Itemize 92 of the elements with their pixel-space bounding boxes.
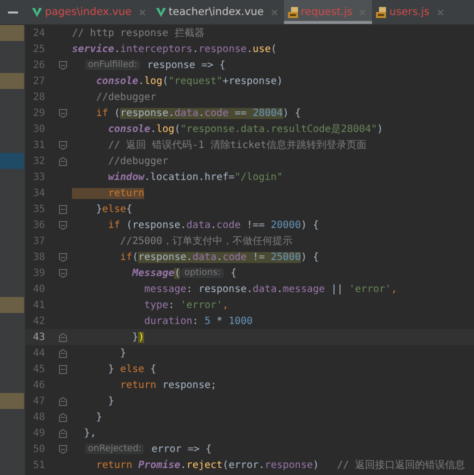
fold-icon[interactable] <box>59 220 67 230</box>
code-text: response => { <box>146 60 226 70</box>
close-icon[interactable] <box>138 8 146 16</box>
code-text: } <box>96 412 102 422</box>
line-number: 49 <box>32 428 46 438</box>
line-number: 31 <box>32 140 46 150</box>
fold-icon[interactable] <box>59 332 67 342</box>
line-number: 42 <box>32 316 46 326</box>
code-text: if(response.data.code != 25000) { <box>120 252 319 262</box>
fold-icon[interactable] <box>59 364 67 374</box>
code-text: window.location.href="/login" <box>108 172 283 182</box>
editor-tab[interactable]: request.js <box>284 0 372 24</box>
fold-icon[interactable] <box>59 156 67 166</box>
code-text: } else { <box>108 364 156 374</box>
code-text: if (response.data.code == 28004) { <box>96 108 301 118</box>
tab-label: request.js <box>300 6 352 18</box>
line-number: 40 <box>32 284 46 294</box>
code-text: //debugger <box>108 156 168 166</box>
fold-icon[interactable] <box>59 396 67 406</box>
tab-label: users.js <box>389 6 430 18</box>
line-number: 41 <box>32 300 46 310</box>
line-number: 24 <box>32 28 46 38</box>
line-number: 45 <box>32 364 46 374</box>
line-number: 39 <box>32 268 46 278</box>
line-number: 46 <box>32 380 46 390</box>
line-number: 36 <box>32 220 46 230</box>
fold-icon[interactable] <box>59 428 67 438</box>
line-number: 48 <box>32 412 46 422</box>
line-number: 43 <box>32 332 46 342</box>
code-text: { <box>230 268 237 278</box>
code-text: }, <box>84 428 96 438</box>
tab-label: pages\index.vue <box>45 6 132 18</box>
line-number: 47 <box>32 396 46 406</box>
fold-icon[interactable] <box>59 412 67 422</box>
fold-icon[interactable] <box>59 444 67 454</box>
fold-icon[interactable] <box>59 60 67 70</box>
code-text: message: response.data.message || 'error', <box>144 284 398 294</box>
code-text: return response; <box>120 380 217 390</box>
code-text: return Promise.reject(error.response) // 返回接口返回的错误信息 <box>96 458 466 472</box>
line-number: 44 <box>32 348 46 358</box>
code-text: }) <box>132 332 144 342</box>
code-text: //25000，订单支付中，不做任何提示 <box>120 234 292 248</box>
code-text: //debugger <box>96 92 156 102</box>
code-text: } <box>108 396 114 406</box>
fold-icon[interactable] <box>59 348 67 358</box>
code-text: console.log("request"+response) <box>96 76 283 86</box>
line-number: 25 <box>32 44 46 54</box>
editor-tab[interactable]: teacher\index.vue <box>152 0 284 24</box>
line-number: 35 <box>32 204 46 214</box>
code-text: } <box>120 348 126 358</box>
fold-icon[interactable] <box>59 268 67 278</box>
editor-tab[interactable]: pages\index.vue <box>28 0 152 24</box>
line-number: 26 <box>32 60 46 70</box>
code-text: type: 'error', <box>144 300 229 310</box>
code-text: }else{ <box>96 204 132 214</box>
line-number: 51 <box>32 460 46 470</box>
collapse-icon[interactable] <box>8 10 18 14</box>
line-number: 50 <box>32 444 46 454</box>
line-number: 37 <box>32 236 46 246</box>
line-number: 38 <box>32 252 46 262</box>
code-text: if (response.data.code !== 20000) { <box>108 220 319 230</box>
code-text: // http response 拦截器 <box>72 26 204 40</box>
fold-icon[interactable] <box>59 204 67 214</box>
tab-label: teacher\index.vue <box>168 6 264 18</box>
code-text: service.interceptors.response.use( <box>72 44 277 54</box>
editor-tab[interactable]: users.js <box>372 0 450 24</box>
js-file-icon <box>288 6 298 18</box>
vue-icon <box>32 6 42 18</box>
code-text: Message( <box>132 268 180 278</box>
parameter-hint: onFulfilled: <box>85 60 140 70</box>
code-text: return <box>72 188 144 198</box>
vue-icon <box>156 6 166 18</box>
parameter-hint: options: <box>181 268 224 278</box>
close-icon[interactable] <box>436 8 444 16</box>
fold-icon[interactable] <box>59 252 67 262</box>
line-number: 27 <box>32 76 46 86</box>
parameter-hint: onRejected: <box>85 444 144 454</box>
line-number: 34 <box>32 188 46 198</box>
fold-icon[interactable] <box>59 140 67 150</box>
code-text: error => { <box>150 444 212 454</box>
code-text: duration: 5 * 1000 <box>144 316 253 326</box>
line-number: 33 <box>32 172 46 182</box>
line-number: 30 <box>32 124 46 134</box>
close-icon[interactable] <box>270 8 278 16</box>
line-number: 29 <box>32 108 46 118</box>
close-icon[interactable] <box>359 8 366 16</box>
line-number: 32 <box>32 156 46 166</box>
line-number: 28 <box>32 92 46 102</box>
fold-icon[interactable] <box>59 108 67 118</box>
code-text: console.log("response.data.resultCode是28004") <box>108 123 384 136</box>
code-text: // 返回 错误代码-1 清除ticket信息并跳转到登录页面 <box>108 138 366 152</box>
js-file-icon <box>376 6 386 18</box>
